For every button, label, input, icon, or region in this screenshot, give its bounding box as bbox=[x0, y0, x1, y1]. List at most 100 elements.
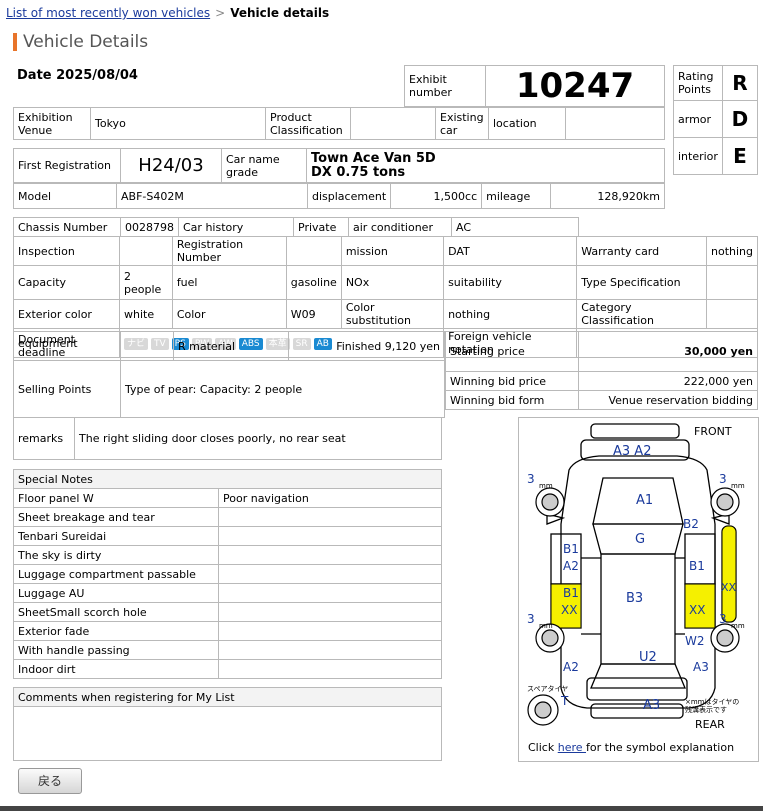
mark-right-front-fender: B2 bbox=[683, 517, 699, 531]
color-label: Color bbox=[171, 299, 287, 329]
front-label: FRONT bbox=[694, 425, 732, 438]
mileage-value: 128,920km bbox=[550, 183, 665, 209]
exhibit-number-label: Exhibit number bbox=[404, 65, 486, 107]
color-substitution-value: nothing bbox=[443, 299, 578, 329]
tire-rear-left: 3 bbox=[527, 612, 535, 626]
tire-rear-right: 3 bbox=[719, 612, 727, 626]
tire-rear-right-mm: mm bbox=[731, 622, 745, 630]
registration-number-value bbox=[285, 236, 342, 266]
mm-note: ×mmはタイヤの 残溝表示です bbox=[685, 698, 739, 714]
armor-label: armor bbox=[673, 100, 723, 138]
tire-front-right-mm: mm bbox=[731, 482, 745, 490]
click-pre: Click bbox=[528, 741, 558, 754]
special-note-left: With handle passing bbox=[13, 640, 219, 660]
product-classification-value bbox=[350, 107, 436, 140]
back-button[interactable]: 戻る bbox=[18, 768, 82, 794]
fuel-label: fuel bbox=[171, 265, 287, 300]
capacity-label: Capacity bbox=[13, 265, 120, 300]
special-note-row: Floor panel W Poor navigation bbox=[13, 488, 442, 508]
type-spec-label: Type Specification bbox=[576, 265, 707, 300]
special-note-left: Exterior fade bbox=[13, 621, 219, 641]
special-note-right bbox=[218, 602, 442, 622]
document-deadline-label: Document deadline bbox=[13, 331, 121, 361]
interior-value: E bbox=[721, 137, 759, 175]
special-note-row: Luggage AU bbox=[13, 583, 442, 603]
exterior-color-value: white bbox=[119, 299, 173, 329]
mark-center: B3 bbox=[626, 591, 644, 606]
car-name-line2: DX 0.75 tons bbox=[311, 164, 406, 180]
special-notes-table: Special Notes Floor panel W Poor navigati… bbox=[13, 469, 442, 679]
venue-table: Exhibition Venue Tokyo Product Classific… bbox=[13, 107, 665, 140]
exterior-color-label: Exterior color bbox=[13, 299, 120, 329]
price-table: Starting price 30,000 yen Winning bid pr… bbox=[445, 331, 758, 410]
footer-bar bbox=[0, 806, 763, 811]
document-deadline-value bbox=[120, 331, 174, 361]
car-history-value: Private bbox=[293, 217, 349, 237]
model-value: ABF-S402M bbox=[116, 183, 308, 209]
special-note-left: Luggage compartment passable bbox=[13, 564, 219, 584]
breadcrumb-current: Vehicle details bbox=[230, 6, 330, 20]
special-note-right bbox=[218, 583, 442, 603]
mark-rear-bumper: A3 bbox=[643, 698, 661, 713]
color-value: W09 bbox=[285, 299, 342, 329]
ac-value: AC bbox=[451, 217, 579, 237]
mark-left-rear-b1: B1 bbox=[563, 586, 579, 600]
special-note-row: SheetSmall scorch hole bbox=[13, 602, 442, 622]
r-material-label: R material bbox=[173, 331, 289, 361]
special-note-row: The sky is dirty bbox=[13, 545, 442, 565]
special-note-row: With handle passing bbox=[13, 640, 442, 660]
special-note-left: Luggage AU bbox=[13, 583, 219, 603]
car-name-value: Town Ace Van 5D DX 0.75 tons bbox=[306, 148, 665, 183]
first-registration-label: First Registration bbox=[13, 148, 121, 183]
special-note-right bbox=[218, 545, 442, 565]
special-notes-header: Special Notes bbox=[13, 469, 442, 489]
rating-points-label: Rating Points bbox=[673, 65, 723, 101]
r-material-value: Finished 9,120 yen bbox=[288, 331, 445, 361]
mark-right-rear-xx: XX bbox=[689, 603, 706, 617]
symbol-explanation: Click here for the symbol explanation bbox=[528, 741, 734, 754]
mark-right-door-b1: B1 bbox=[689, 559, 705, 573]
tire-rear-left-mm: mm bbox=[539, 622, 553, 630]
model-label: Model bbox=[13, 183, 117, 209]
interior-label: interior bbox=[673, 137, 723, 175]
special-note-right bbox=[218, 640, 442, 660]
location-value bbox=[565, 107, 665, 140]
registration-number-label: Registration Number bbox=[171, 236, 287, 266]
armor-value: D bbox=[721, 100, 759, 138]
remarks-label: remarks bbox=[13, 417, 75, 460]
mark-front-bumper: A3 A2 bbox=[613, 444, 652, 459]
existing-car-label: Existing car bbox=[435, 107, 489, 140]
warranty-value: nothing bbox=[706, 236, 758, 266]
winning-form-value: Venue reservation bidding bbox=[578, 390, 758, 410]
exhibit-number-table: Exhibit number 10247 bbox=[404, 65, 665, 107]
suitability-label: suitability bbox=[443, 265, 578, 300]
special-note-left: Floor panel W bbox=[13, 488, 219, 508]
mylist-comment-area[interactable] bbox=[13, 706, 442, 761]
special-note-left: The sky is dirty bbox=[13, 545, 219, 565]
breadcrumb-link-won-vehicles[interactable]: List of most recently won vehicles bbox=[6, 6, 210, 20]
starting-price-label: Starting price bbox=[445, 331, 579, 372]
venue-label: Exhibition Venue bbox=[13, 107, 91, 140]
tire-front-left-mm: mm bbox=[539, 482, 553, 490]
mylist-header: Comments when registering for My List bbox=[13, 687, 442, 707]
special-note-right bbox=[218, 526, 442, 546]
car-name-label: Car name grade bbox=[221, 148, 307, 183]
special-note-right bbox=[218, 564, 442, 584]
product-classification-label: Product Classification bbox=[265, 107, 351, 140]
mm-note-line2: 残溝表示です bbox=[685, 706, 727, 714]
mark-right-rear-w2: W2 bbox=[685, 634, 705, 648]
winning-bid-value: 222,000 yen bbox=[578, 371, 758, 391]
category-value bbox=[706, 299, 758, 329]
special-note-left: Sheet breakage and tear bbox=[13, 507, 219, 527]
special-note-left: Tenbari Sureidai bbox=[13, 526, 219, 546]
symbol-explanation-link[interactable]: here bbox=[558, 741, 586, 754]
mark-spare-tire: T bbox=[561, 694, 569, 708]
type-spec-value bbox=[706, 265, 758, 300]
model-table: Model ABF-S402M displacement 1,500cc mil… bbox=[13, 183, 665, 209]
remarks-value: The right sliding door closes poorly, no… bbox=[74, 417, 442, 460]
displacement-value: 1,500cc bbox=[390, 183, 483, 209]
first-registration-value: H24/03 bbox=[120, 148, 222, 183]
special-note-row: Exterior fade bbox=[13, 621, 442, 641]
mark-left-door-b1: B1 bbox=[563, 542, 579, 556]
mark-right-side-xx: XX bbox=[721, 581, 737, 594]
